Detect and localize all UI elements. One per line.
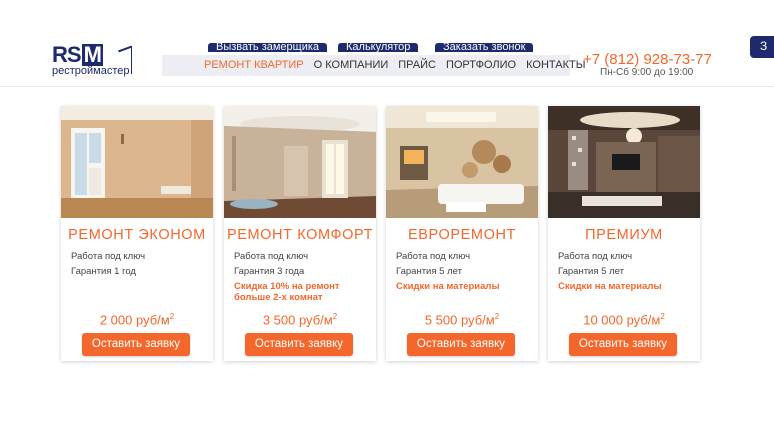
card-feature-turnkey: Работа под ключ — [71, 251, 146, 262]
logo-mark-rs: RS — [52, 42, 82, 67]
tariff-card-comfort: РЕМОНТ КОМФОРТ Работа под ключ Гарантия … — [224, 106, 376, 361]
leave-request-button[interactable]: Оставить заявку — [569, 333, 677, 356]
card-price-value: 3 500 руб/м — [262, 312, 333, 328]
card-feature-warranty: Гарантия 3 года — [234, 266, 305, 277]
card-feature-turnkey: Работа под ключ — [558, 251, 633, 262]
working-hours: Пн-Сб 9:00 до 19:00 — [600, 67, 694, 78]
phone-number[interactable]: +7 (812) 928-73-77 — [583, 51, 712, 68]
card-price-value: 2 000 руб/м — [99, 312, 170, 328]
card-price-value: 10 000 руб/м — [583, 312, 661, 328]
logo-mark: RS M — [52, 44, 103, 66]
nav-item-price[interactable]: ПРАЙС — [398, 55, 436, 76]
card-title: РЕМОНТ ЭКОНОМ — [68, 227, 206, 243]
leave-request-button[interactable]: Оставить заявку — [82, 333, 190, 356]
card-title: ПРЕМИУМ — [585, 227, 663, 243]
card-feature-warranty: Гарантия 1 год — [71, 266, 136, 277]
card-price-unit-sup: 2 — [660, 312, 665, 321]
card-price-value: 5 500 руб/м — [424, 312, 495, 328]
calculator-link[interactable]: Калькулятор — [338, 43, 419, 52]
card-photo-premium — [548, 106, 700, 218]
card-price: 10 000 руб/м2 — [548, 312, 700, 327]
card-feature-turnkey: Работа под ключ — [396, 251, 471, 262]
card-photo-econom — [61, 106, 213, 218]
card-price: 2 000 руб/м2 — [61, 312, 213, 327]
nav-item-portfolio[interactable]: ПОРТФОЛИО — [446, 55, 516, 76]
leave-request-button[interactable]: Оставить заявку — [407, 333, 515, 356]
call-measurer-link[interactable]: Вызвать замерщика — [208, 43, 328, 52]
top-links: Вызвать замерщика Калькулятор Заказать з… — [208, 43, 538, 52]
card-price-unit-sup: 2 — [332, 312, 338, 321]
card-feature-warranty: Гарантия 5 лет — [396, 266, 462, 277]
card-price-unit-sup: 2 — [494, 312, 500, 321]
main-nav: РЕМОНТ КВАРТИР О КОМПАНИИ ПРАЙС ПОРТФОЛИ… — [162, 55, 585, 76]
nav-item-repair[interactable]: РЕМОНТ КВАРТИР — [204, 55, 304, 76]
card-photo-euro — [386, 106, 538, 218]
tariff-card-premium: ПРЕМИУМ Работа под ключ Гарантия 5 лет С… — [548, 106, 700, 361]
card-title: ЕВРОРЕМОНТ — [407, 227, 516, 243]
card-promo: Скидки на материалы — [396, 281, 500, 292]
card-price: 5 500 руб/м2 — [386, 312, 538, 327]
logo-tag-icon — [131, 46, 139, 74]
site-header: RS M рестроймастер Вызвать замерщика Каль… — [0, 0, 774, 87]
card-price: 3 500 руб/м2 — [224, 312, 376, 327]
logo[interactable]: RS M рестроймастер — [52, 44, 138, 78]
card-promo: Скидка 10% на ремонт больше 2-х комнат — [234, 281, 340, 303]
card-feature-warranty: Гарантия 5 лет — [558, 266, 624, 277]
tariff-card-euro: ЕВРОРЕМОНТ Работа под ключ Гарантия 5 ле… — [386, 106, 538, 361]
card-feature-turnkey: Работа под ключ — [234, 251, 309, 262]
order-call-link[interactable]: Заказать звонок — [435, 43, 534, 52]
side-callback-button[interactable]: З — [750, 36, 774, 58]
nav-item-contacts[interactable]: КОНТАКТЫ — [526, 55, 585, 76]
tariff-card-econom: РЕМОНТ ЭКОНОМ Работа под ключ Гарантия 1… — [61, 106, 213, 361]
nav-item-about[interactable]: О КОМПАНИИ — [314, 55, 389, 76]
card-photo-comfort — [224, 106, 376, 218]
card-promo: Скидки на материалы — [558, 281, 662, 292]
logo-subtitle: рестроймастер — [52, 65, 130, 77]
card-price-unit-sup: 2 — [169, 312, 175, 321]
leave-request-button[interactable]: Оставить заявку — [245, 333, 353, 356]
card-title: РЕМОНТ КОМФОРТ — [226, 227, 374, 243]
logo-mark-m: M — [81, 42, 103, 67]
